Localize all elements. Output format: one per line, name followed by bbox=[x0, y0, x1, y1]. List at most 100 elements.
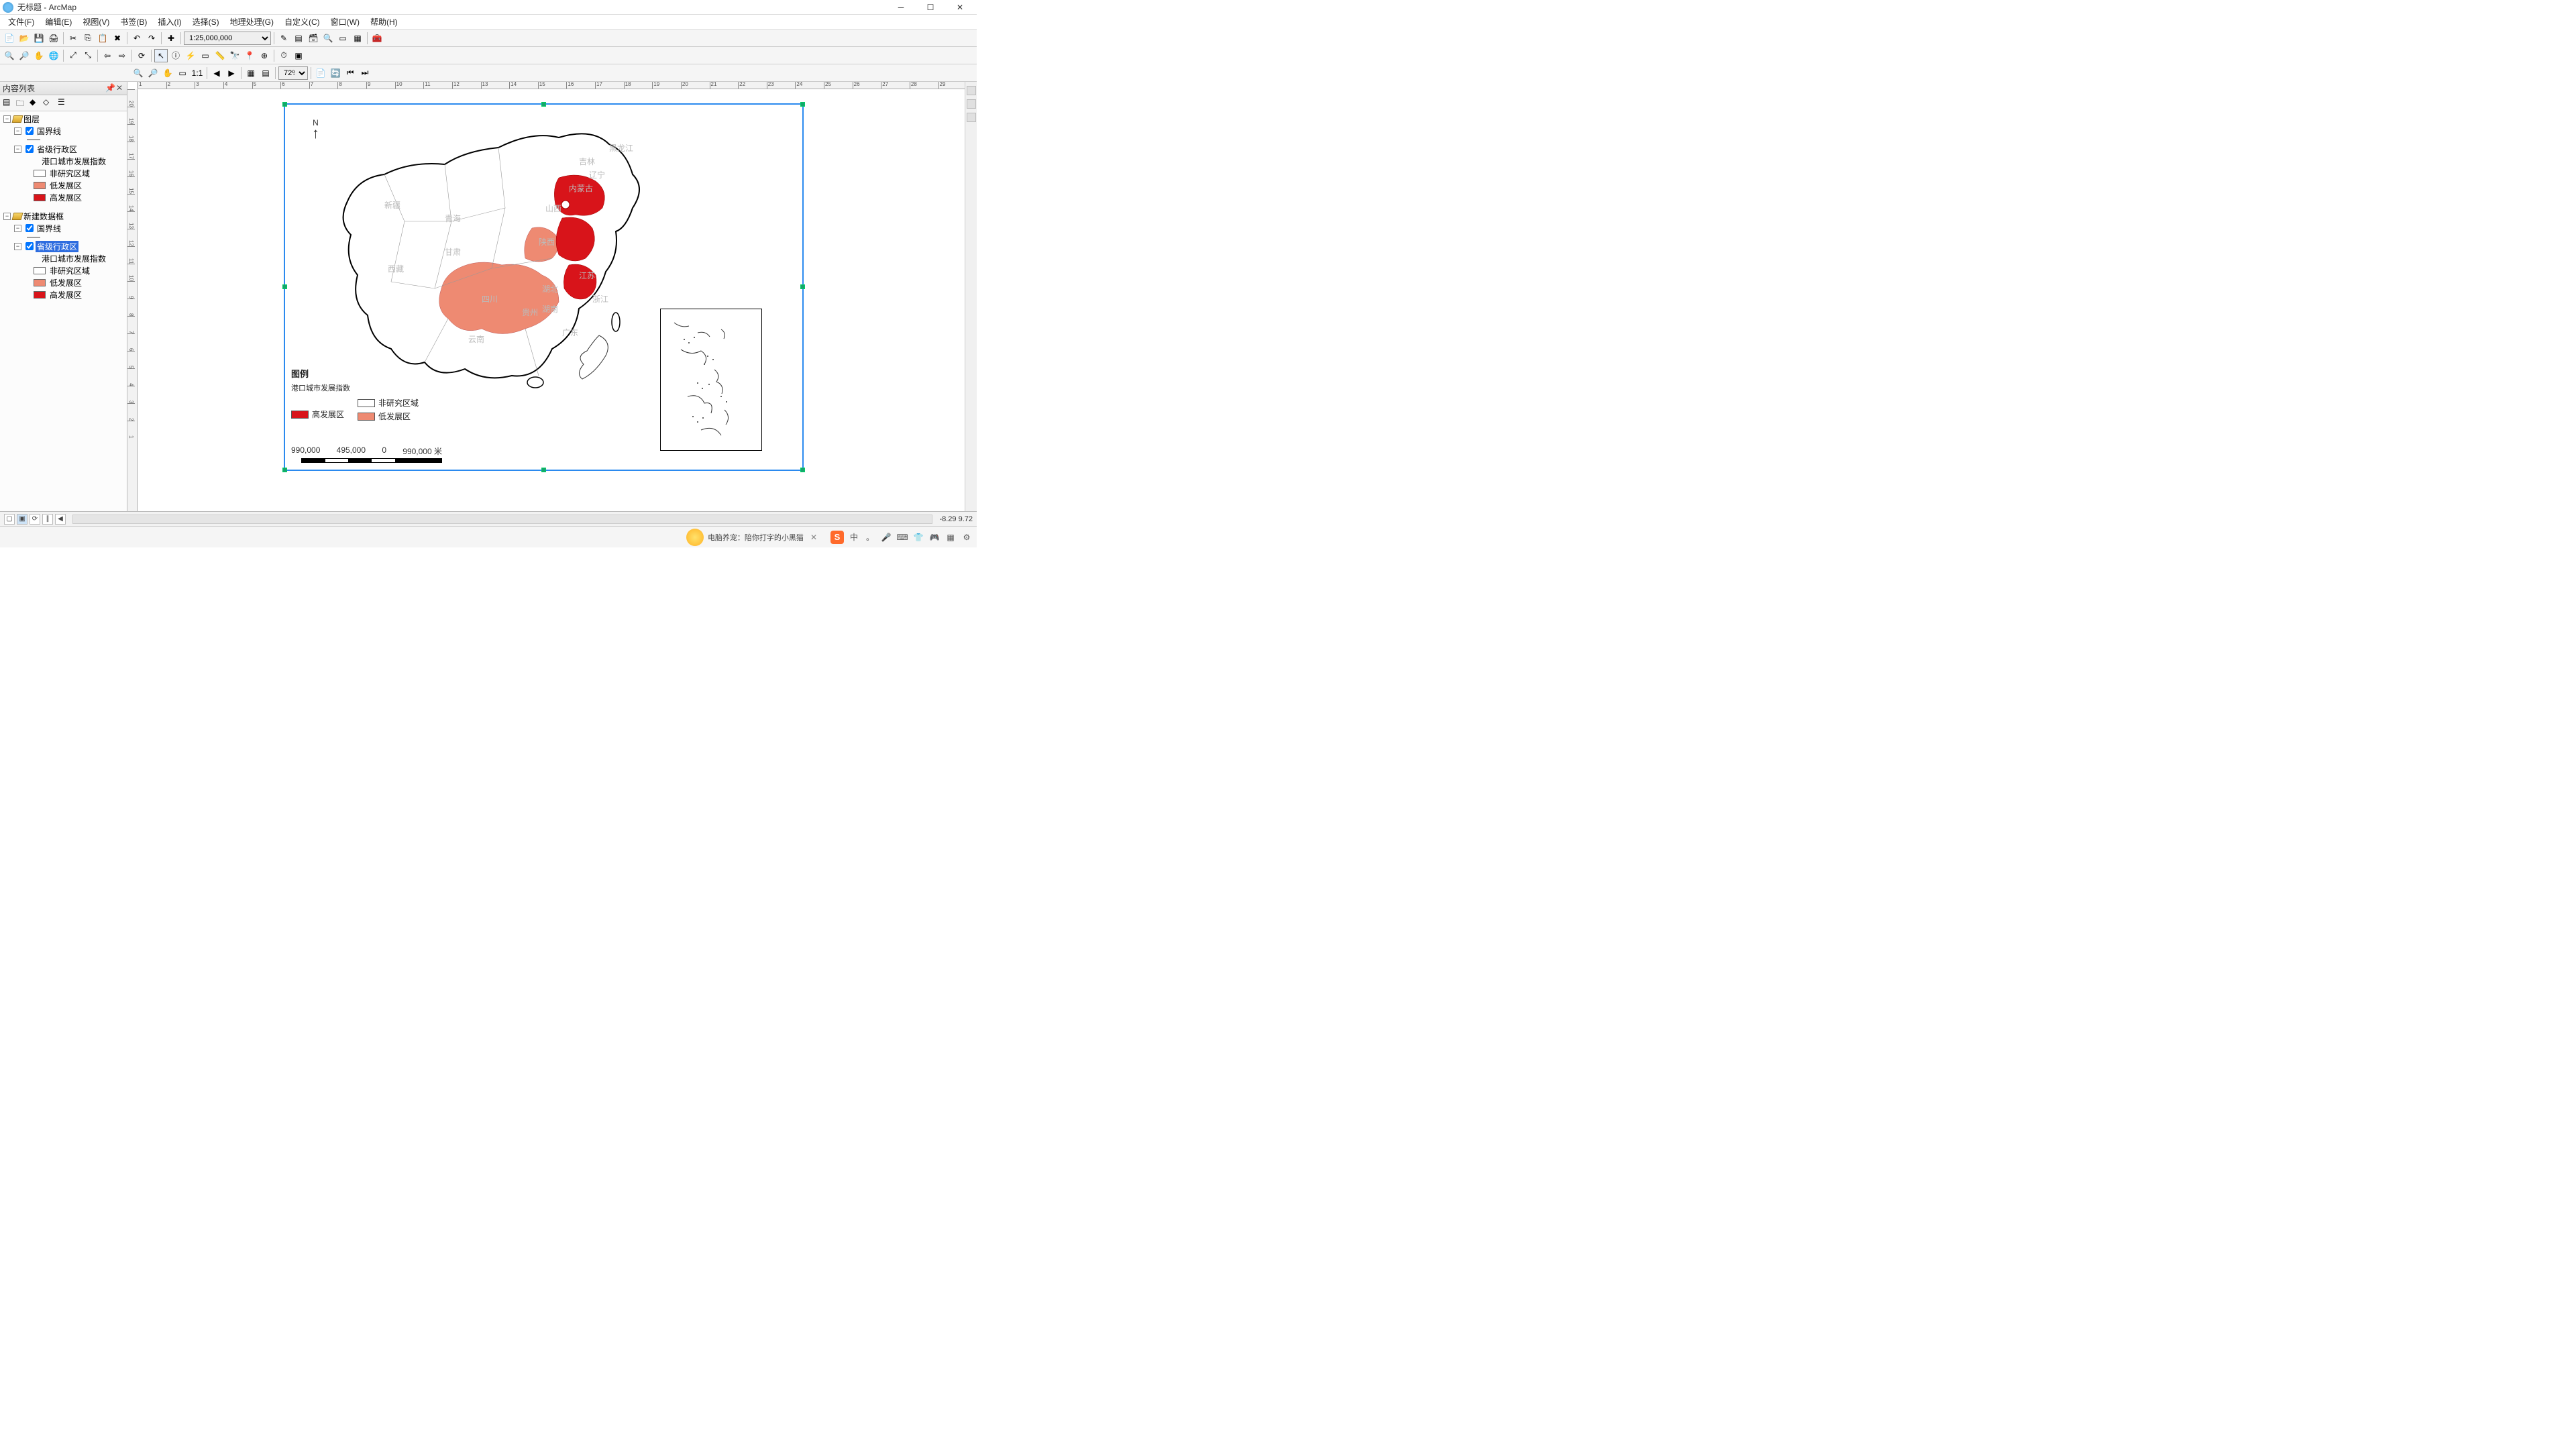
symbol-swatch[interactable] bbox=[34, 267, 46, 274]
goto-xy-icon[interactable]: ⊕ bbox=[258, 49, 271, 62]
ddp-last-icon[interactable]: ⏭ bbox=[358, 66, 372, 80]
pan-icon[interactable]: ✋ bbox=[32, 49, 46, 62]
horizontal-scrollbar[interactable] bbox=[72, 515, 932, 524]
previous-button[interactable]: ◀ bbox=[55, 514, 66, 525]
data-frame-label[interactable]: 新建数据框 bbox=[22, 211, 65, 222]
back-icon[interactable]: ⇦ bbox=[101, 49, 114, 62]
layer-visibility-checkbox[interactable] bbox=[25, 145, 34, 153]
cut-icon[interactable]: ✂ bbox=[66, 32, 80, 45]
resize-handle[interactable] bbox=[800, 468, 805, 472]
toggle-draft-icon[interactable]: ▦ bbox=[244, 66, 258, 80]
class-label[interactable]: 高发展区 bbox=[48, 289, 83, 301]
map-layout-area[interactable]: 1234567891011121314151617181920212223242… bbox=[127, 82, 977, 511]
layout-pan-icon[interactable]: ✋ bbox=[161, 66, 174, 80]
layout-view-button[interactable]: ▣ bbox=[17, 514, 28, 525]
toc-close-icon[interactable]: ✕ bbox=[115, 84, 124, 93]
side-tool-2[interactable] bbox=[967, 99, 976, 109]
layer-visibility-checkbox[interactable] bbox=[25, 127, 34, 135]
class-label[interactable]: 低发展区 bbox=[48, 277, 83, 288]
data-driven-pages-icon[interactable]: 📄 bbox=[314, 66, 327, 80]
menu-customize[interactable]: 自定义(C) bbox=[279, 15, 325, 29]
zoom-in-icon[interactable]: 🔍 bbox=[3, 49, 16, 62]
skin-icon[interactable]: 👕 bbox=[912, 531, 924, 543]
refresh-map-icon[interactable]: ⟳ bbox=[135, 49, 148, 62]
refresh-button[interactable]: ⟳ bbox=[30, 514, 40, 525]
catalog-icon[interactable]: 🗃 bbox=[307, 32, 320, 45]
html-popup-icon[interactable]: ▭ bbox=[199, 49, 212, 62]
forward-icon[interactable]: ⇨ bbox=[115, 49, 129, 62]
grid-icon[interactable]: ▦ bbox=[945, 531, 957, 543]
toc-pin-icon[interactable]: 📌 bbox=[105, 84, 115, 93]
layout-back-icon[interactable]: ◀ bbox=[210, 66, 223, 80]
layer-visibility-checkbox[interactable] bbox=[25, 242, 34, 250]
expand-icon[interactable]: − bbox=[14, 243, 21, 250]
menu-geoprocessing[interactable]: 地理处理(G) bbox=[225, 15, 279, 29]
fixed-zoom-out-icon[interactable]: ⤡ bbox=[81, 49, 95, 62]
menu-view[interactable]: 视图(V) bbox=[77, 15, 115, 29]
full-extent-icon[interactable]: 🌐 bbox=[47, 49, 60, 62]
undo-icon[interactable]: ↶ bbox=[130, 32, 144, 45]
open-icon[interactable]: 📂 bbox=[17, 32, 31, 45]
time-slider-icon[interactable]: ⏱ bbox=[277, 49, 290, 62]
expand-icon[interactable]: − bbox=[14, 127, 21, 135]
python-window-icon[interactable]: ▭ bbox=[336, 32, 350, 45]
layout-zoom-in-icon[interactable]: 🔍 bbox=[131, 66, 145, 80]
symbol-swatch[interactable] bbox=[34, 291, 46, 299]
symbol-swatch[interactable] bbox=[34, 194, 46, 201]
scale-select[interactable]: 1:25,000,000 bbox=[184, 32, 271, 45]
redo-icon[interactable]: ↷ bbox=[145, 32, 158, 45]
expand-icon[interactable]: − bbox=[14, 146, 21, 153]
map-legend[interactable]: 图例 港口城市发展指数 . 高发展区 非研究区域 低发展区 bbox=[291, 367, 419, 424]
identify-icon[interactable]: ⓘ bbox=[169, 49, 182, 62]
layout-zoom-out-icon[interactable]: 🔎 bbox=[146, 66, 160, 80]
find-icon[interactable]: 🔭 bbox=[228, 49, 241, 62]
layout-canvas[interactable]: N ↑ bbox=[140, 91, 965, 509]
minimize-button[interactable]: ─ bbox=[892, 1, 910, 13]
search-window-icon[interactable]: 🔍 bbox=[321, 32, 335, 45]
list-by-source-icon[interactable]: 🗀 bbox=[16, 97, 28, 109]
menu-file[interactable]: 文件(F) bbox=[3, 15, 40, 29]
layout-forward-icon[interactable]: ▶ bbox=[225, 66, 238, 80]
toc-options-icon[interactable]: ☰ bbox=[58, 97, 70, 109]
tool-icon[interactable]: 🎮 bbox=[928, 531, 941, 543]
resize-handle[interactable] bbox=[282, 284, 287, 289]
fixed-zoom-in-icon[interactable]: ⤢ bbox=[66, 49, 80, 62]
new-doc-icon[interactable]: 📄 bbox=[3, 32, 16, 45]
toc-tree[interactable]: − 图层 − 国界线 − 省级行政区 港口城市发展指数 非研究区域 bbox=[0, 111, 127, 511]
pet-emoji-icon[interactable] bbox=[686, 529, 704, 546]
pause-drawing-button[interactable]: ∥ bbox=[42, 514, 53, 525]
resize-handle[interactable] bbox=[800, 284, 805, 289]
mic-icon[interactable]: 🎤 bbox=[880, 531, 892, 543]
menu-bookmark[interactable]: 书签(B) bbox=[115, 15, 152, 29]
data-view-button[interactable]: ▢ bbox=[4, 514, 15, 525]
layer-label-selected[interactable]: 省级行政区 bbox=[36, 241, 78, 252]
ddp-first-icon[interactable]: ⏮ bbox=[343, 66, 357, 80]
list-by-selection-icon[interactable]: ◇ bbox=[43, 97, 55, 109]
create-viewer-icon[interactable]: ▣ bbox=[292, 49, 305, 62]
measure-icon[interactable]: 📏 bbox=[213, 49, 227, 62]
paste-icon[interactable]: 📋 bbox=[96, 32, 109, 45]
symbol-swatch[interactable] bbox=[34, 182, 46, 189]
symbol-swatch[interactable] bbox=[34, 279, 46, 286]
class-label[interactable]: 低发展区 bbox=[48, 180, 83, 191]
hyperlink-icon[interactable]: ⚡ bbox=[184, 49, 197, 62]
zoom-out-icon[interactable]: 🔎 bbox=[17, 49, 31, 62]
toolbox-icon[interactable]: 🧰 bbox=[370, 32, 384, 45]
data-frame-selected[interactable]: N ↑ bbox=[284, 103, 804, 471]
class-label[interactable]: 非研究区域 bbox=[48, 168, 91, 179]
menu-insert[interactable]: 插入(I) bbox=[152, 15, 186, 29]
resize-handle[interactable] bbox=[541, 468, 546, 472]
ddp-refresh-icon[interactable]: 🔄 bbox=[329, 66, 342, 80]
menu-edit[interactable]: 编辑(E) bbox=[40, 15, 77, 29]
sogou-ime-icon[interactable]: S bbox=[830, 531, 844, 544]
delete-icon[interactable]: ✖ bbox=[111, 32, 124, 45]
expand-icon[interactable]: − bbox=[14, 225, 21, 232]
zoom-100-icon[interactable]: 1:1 bbox=[191, 66, 204, 80]
menu-window[interactable]: 窗口(W) bbox=[325, 15, 365, 29]
list-by-visibility-icon[interactable]: ◆ bbox=[30, 97, 42, 109]
inset-data-frame[interactable] bbox=[660, 309, 762, 451]
menu-help[interactable]: 帮助(H) bbox=[365, 15, 403, 29]
list-by-drawing-order-icon[interactable]: ▤ bbox=[3, 97, 15, 109]
data-frame-label[interactable]: 图层 bbox=[22, 113, 41, 125]
ime-mode-icon[interactable]: 中 bbox=[848, 531, 860, 543]
